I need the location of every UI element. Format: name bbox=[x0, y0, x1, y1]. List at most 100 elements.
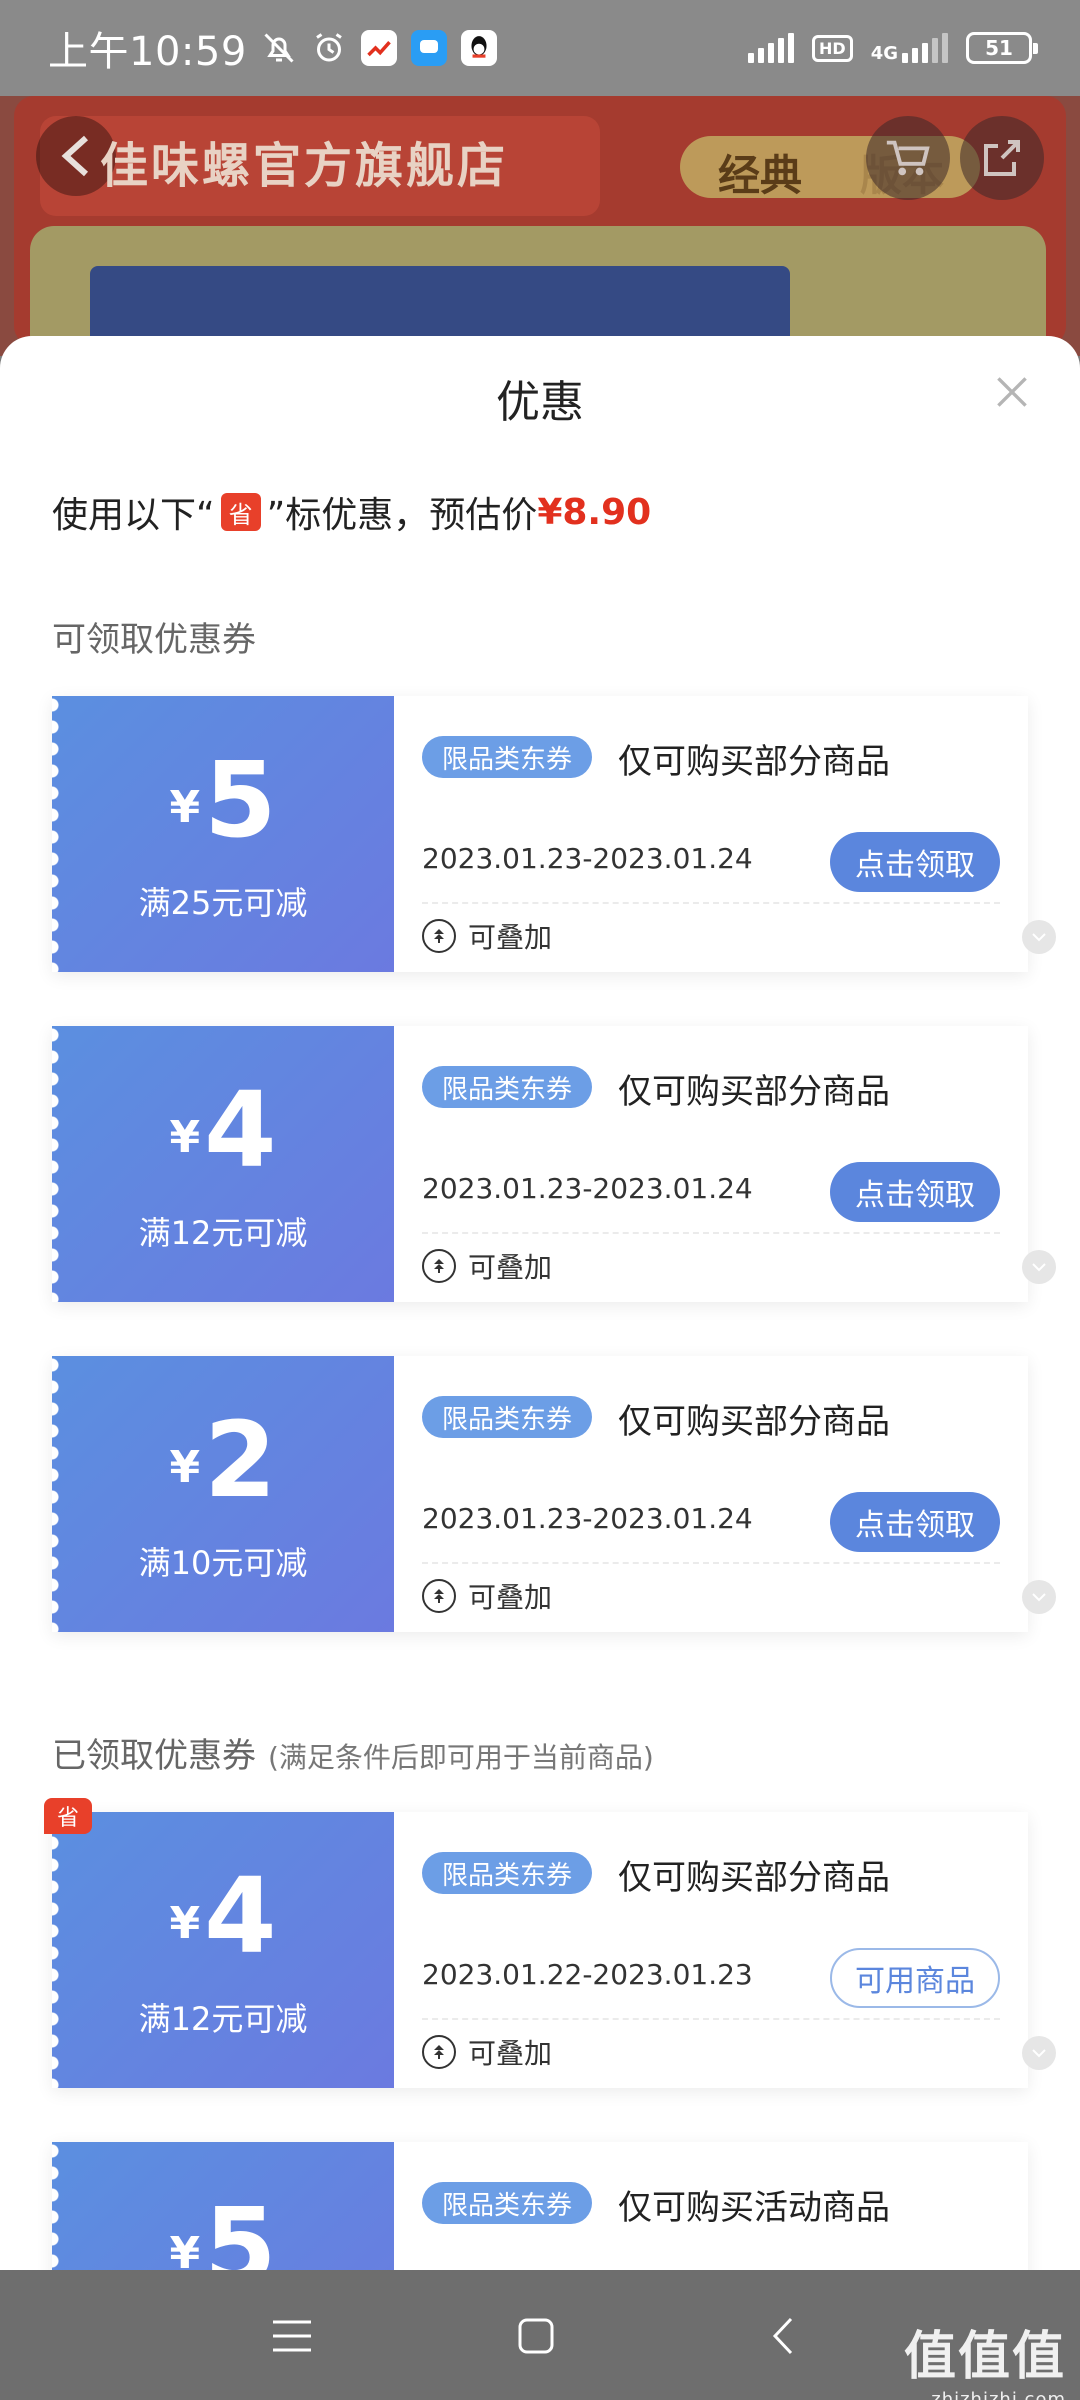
close-icon bbox=[997, 377, 1027, 407]
stackable-label: 可叠加 bbox=[422, 2032, 552, 2072]
stackable-label: 可叠加 bbox=[422, 1246, 552, 1286]
menu-button[interactable] bbox=[262, 2306, 322, 2366]
expand-button[interactable] bbox=[1022, 1250, 1056, 1284]
chevron-down-icon bbox=[1032, 2049, 1046, 2058]
back-icon bbox=[772, 2317, 793, 2355]
coupon-threshold: 满25元可减 bbox=[138, 884, 308, 922]
coupon-amount-value: 4 bbox=[204, 1855, 277, 1977]
stackable-label: 可叠加 bbox=[422, 1576, 552, 1616]
divider bbox=[422, 2018, 1000, 2020]
stackable-text: 可叠加 bbox=[468, 1251, 553, 1284]
coupon-dates: 2023.01.22-2023.01.23 bbox=[422, 1958, 753, 1991]
coupon-amount-value: 5 bbox=[204, 2185, 277, 2270]
stack-icon bbox=[422, 1249, 456, 1283]
stack-icon bbox=[422, 919, 456, 953]
currency-symbol: ¥ bbox=[169, 1898, 201, 1949]
coupon-amount-value: 5 bbox=[204, 739, 277, 861]
claimed-note: (满足条件后即可用于当前商品) bbox=[268, 1741, 654, 1774]
coupon-card: ¥5 限品类东券 仅可购买活动商品 bbox=[52, 2142, 1028, 2270]
coupon-value-panel: ¥5 bbox=[52, 2142, 394, 2270]
home-icon bbox=[518, 2318, 554, 2354]
available-section-title: 可领取优惠券 bbox=[52, 620, 256, 660]
price-summary: 使用以下“ 省 ”标优惠，预估价 ¥8.90 bbox=[52, 486, 651, 538]
watermark-url: zhizhizhi.com bbox=[931, 2389, 1066, 2400]
stack-icon bbox=[422, 1579, 456, 1613]
coupon-card: ¥5 满25元可减 限品类东券 仅可购买部分商品 2023.01.23-2023… bbox=[52, 696, 1056, 972]
chat-app-icon bbox=[410, 30, 447, 66]
alarm-icon bbox=[311, 30, 347, 66]
cart-icon bbox=[886, 140, 930, 176]
stock-app-icon bbox=[360, 30, 397, 66]
divider bbox=[422, 1562, 1000, 1564]
usable-products-button[interactable]: 可用商品 bbox=[830, 1948, 1000, 2008]
estimated-price: ¥8.90 bbox=[537, 491, 652, 533]
coupon-details: 限品类东券 仅可购买部分商品 2023.01.22-2023.01.23 可用商… bbox=[394, 1812, 1056, 2088]
coupon-tag: 限品类东券 bbox=[422, 2182, 593, 2224]
status-right-group: HD 4G 51 bbox=[748, 32, 1038, 64]
stackable-text: 可叠加 bbox=[468, 921, 553, 954]
currency-symbol: ¥ bbox=[169, 1112, 201, 1163]
tab-classic[interactable]: 经典 bbox=[718, 142, 802, 203]
coupon-card: ¥4 满12元可减 限品类东券 仅可购买部分商品 2023.01.23-2023… bbox=[52, 1026, 1056, 1302]
coupon-title: 仅可购买部分商品 bbox=[618, 742, 890, 782]
status-bar: 上午10:59 HD 4G 51 bbox=[0, 0, 1080, 96]
coupon-details: 限品类东券 仅可购买部分商品 2023.01.23-2023.01.24 点击领… bbox=[394, 1356, 1056, 1632]
coupon-tag: 限品类东券 bbox=[422, 1396, 593, 1438]
coupon-amount-value: 4 bbox=[204, 1069, 277, 1191]
store-name: 佳味螺官方旗舰店 bbox=[100, 138, 509, 194]
coupon-tag: 限品类东券 bbox=[422, 1066, 593, 1108]
claim-button[interactable]: 点击领取 bbox=[830, 1162, 1000, 1222]
share-icon bbox=[984, 140, 1020, 176]
coupon-threshold: 满10元可减 bbox=[138, 1544, 308, 1582]
claimed-section-title: 已领取优惠券 (满足条件后即可用于当前商品) bbox=[52, 1728, 654, 1777]
signal-icon bbox=[748, 33, 795, 63]
coupon-threshold: 满12元可减 bbox=[138, 2000, 308, 2038]
expand-button[interactable] bbox=[1022, 920, 1056, 954]
coupon-value-panel: ¥4 满12元可减 bbox=[52, 1026, 394, 1302]
coupon-title: 仅可购买部分商品 bbox=[618, 1858, 890, 1898]
coupon-tag: 限品类东券 bbox=[422, 1852, 593, 1894]
watermark: 值值值 zhizhizhi.com bbox=[904, 2314, 1066, 2400]
coupon-amount: ¥5 bbox=[52, 748, 394, 852]
coupon-card: ¥2 满10元可减 限品类东券 仅可购买部分商品 2023.01.23-2023… bbox=[52, 1356, 1056, 1632]
expand-button[interactable] bbox=[1022, 1580, 1056, 1614]
summary-prefix: 使用以下“ bbox=[52, 495, 215, 536]
coupon-details: 限品类东券 仅可购买部分商品 2023.01.23-2023.01.24 点击领… bbox=[394, 696, 1056, 972]
chevron-down-icon bbox=[1032, 1593, 1046, 1602]
close-button[interactable] bbox=[986, 366, 1038, 418]
currency-symbol: ¥ bbox=[169, 1442, 201, 1493]
coupon-amount: ¥5 bbox=[52, 2194, 394, 2270]
battery-indicator: 51 bbox=[966, 32, 1038, 64]
currency-symbol: ¥ bbox=[169, 2228, 201, 2270]
store-header: 佳味螺官方旗舰店 经典 版本 bbox=[0, 96, 1080, 366]
coupon-threshold: 满12元可减 bbox=[138, 1214, 308, 1252]
chevron-down-icon bbox=[1032, 1263, 1046, 1272]
stack-icon bbox=[422, 2035, 456, 2069]
stackable-text: 可叠加 bbox=[468, 2037, 553, 2070]
coupon-value-panel: ¥2 满10元可减 bbox=[52, 1356, 394, 1632]
claim-button[interactable]: 点击领取 bbox=[830, 832, 1000, 892]
coupon-title: 仅可购买部分商品 bbox=[618, 1072, 890, 1112]
coupon-details: 限品类东券 仅可购买部分商品 2023.01.23-2023.01.24 点击领… bbox=[394, 1026, 1056, 1302]
stackable-label: 可叠加 bbox=[422, 916, 552, 956]
share-button[interactable] bbox=[960, 116, 1044, 200]
signal-icon bbox=[902, 33, 948, 63]
expand-button[interactable] bbox=[1022, 2036, 1056, 2070]
divider bbox=[422, 902, 1000, 904]
coupon-amount: ¥4 bbox=[52, 1078, 394, 1182]
cellular-signal: 4G bbox=[871, 33, 948, 63]
coupon-title: 仅可购买部分商品 bbox=[618, 1402, 890, 1442]
coupon-amount: ¥2 bbox=[52, 1408, 394, 1512]
claim-button[interactable]: 点击领取 bbox=[830, 1492, 1000, 1552]
hd-badge: HD bbox=[812, 34, 853, 62]
home-button[interactable] bbox=[506, 2306, 566, 2366]
coupon-amount-value: 2 bbox=[204, 1399, 277, 1521]
back-nav-button[interactable] bbox=[752, 2306, 812, 2366]
save-mark-icon: 省 bbox=[220, 493, 261, 531]
coupon-value-panel: ¥4 满12元可减 bbox=[52, 1812, 394, 2088]
menu-icon bbox=[273, 2320, 311, 2352]
summary-suffix: ”标优惠，预估价 bbox=[266, 495, 538, 536]
coupon-details: 限品类东券 仅可购买活动商品 bbox=[394, 2142, 1028, 2270]
cart-button[interactable] bbox=[866, 116, 950, 200]
coupon-dates: 2023.01.23-2023.01.24 bbox=[422, 842, 753, 875]
